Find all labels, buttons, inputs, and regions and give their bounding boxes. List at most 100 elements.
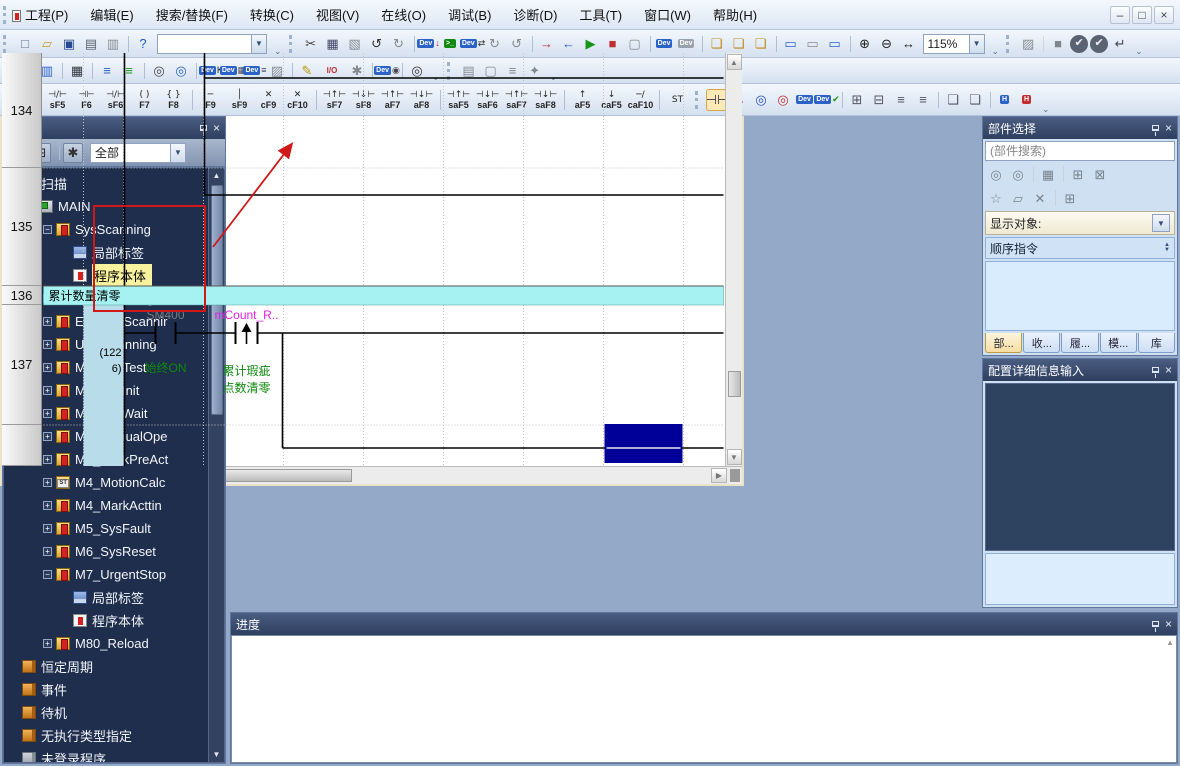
close-icon[interactable]: × (1165, 618, 1172, 630)
align-list-button[interactable]: ≡ (891, 90, 911, 110)
monitor-window-button[interactable]: ▭ (781, 34, 801, 54)
paste-button[interactable]: ▧ (345, 34, 365, 54)
expander-icon[interactable]: + (43, 639, 52, 648)
delete-button[interactable]: ✕ (1030, 188, 1050, 208)
scroll-down-icon[interactable]: ▼ (210, 747, 224, 762)
chevron-down-icon[interactable]: ▼ (251, 35, 266, 53)
parts-list-area[interactable] (985, 261, 1175, 331)
close-icon[interactable]: × (1165, 364, 1172, 376)
module-add-button[interactable]: ⊞ (1060, 188, 1080, 208)
parts-search-input[interactable] (985, 141, 1175, 161)
row-header-next[interactable] (2, 425, 41, 466)
config-content-area[interactable] (985, 383, 1175, 551)
contact-mcount-rising[interactable]: mCount_R.. 累计瑕疵 点数清零 (214, 308, 278, 395)
delete-row-button[interactable]: ⊟ (869, 90, 889, 110)
convert-check-2-button[interactable]: ✔ (1090, 35, 1108, 53)
editor-vertical-scrollbar[interactable]: ▲ ▼ (725, 53, 742, 466)
zoom-out-button[interactable]: ⊖ (877, 34, 897, 54)
spinner-icon[interactable]: ▲▼ (1164, 243, 1170, 253)
parts-list-button[interactable]: ▦ (1038, 164, 1058, 184)
menu-item-3[interactable]: 转换(C) (239, 1, 305, 28)
insert-row-button[interactable]: ⊞ (847, 90, 867, 110)
zoom-combo[interactable]: 115% ▼ (923, 34, 985, 54)
device-find-green-button[interactable]: Dev ✔ (817, 90, 837, 110)
row-header-134[interactable]: 134 (2, 53, 41, 168)
device-display-button[interactable]: ▢ (625, 34, 645, 54)
zoom-in-button[interactable]: ⊕ (855, 34, 875, 54)
tree-item-m80-reload[interactable]: + M80_Reload (4, 632, 208, 655)
device-find-blue-button[interactable]: Dev (795, 90, 815, 110)
parts-clear-button[interactable]: ⊠ (1090, 164, 1110, 184)
program-h2-button[interactable]: H (1017, 90, 1037, 110)
pin-icon[interactable] (1152, 367, 1159, 373)
device-sync-2-button[interactable]: ↺ (507, 34, 527, 54)
menu-item-5[interactable]: 在线(O) (370, 1, 437, 28)
comment-prev-button[interactable]: ❏ (707, 34, 727, 54)
menu-item-6[interactable]: 调试(B) (437, 1, 502, 28)
scroll-up-icon[interactable]: ▲ (1166, 638, 1174, 647)
ladder-find-button[interactable]: ◎ (751, 90, 771, 110)
clipboard-button[interactable]: ▨ (1018, 34, 1038, 54)
tree-item-unregistered-program[interactable]: 未登录程序 (4, 747, 208, 762)
tab-library[interactable]: 库 (1138, 333, 1175, 353)
expander-icon[interactable]: + (43, 524, 52, 533)
contact-sm400[interactable]: SM400 始终ON (144, 308, 186, 375)
pin-icon[interactable] (1152, 621, 1159, 627)
tree-item-fixed-cycle[interactable]: 恒定周期 (4, 655, 208, 678)
note-edit-button[interactable]: ❏ (965, 90, 985, 110)
comment-edit-button[interactable]: ❏ (943, 90, 963, 110)
menu-item-1[interactable]: 编辑(E) (79, 1, 144, 28)
instruction-category-row[interactable]: 顺序指令 ▲▼ (985, 237, 1175, 259)
config-input-area[interactable] (985, 553, 1175, 605)
program-h1-button[interactable]: H (995, 90, 1015, 110)
menu-item-4[interactable]: 视图(V) (305, 1, 370, 28)
comment-next-button[interactable]: ❏ (751, 34, 771, 54)
menu-item-9[interactable]: 窗口(W) (633, 1, 702, 28)
scrollbar-thumb[interactable] (728, 371, 741, 397)
menu-item-10[interactable]: 帮助(H) (702, 1, 768, 28)
close-button[interactable]: × (1154, 6, 1174, 24)
selection-cursor[interactable] (605, 424, 683, 463)
tab-favorites[interactable]: 收... (1023, 333, 1060, 353)
tab-history[interactable]: 履... (1061, 333, 1098, 353)
tree-item-m7-urgentstop[interactable]: − M7_UrgentStop (4, 563, 208, 586)
convert-check-1-button[interactable]: ✔ (1070, 35, 1088, 53)
cut-button[interactable]: ✂ (301, 34, 321, 54)
close-icon[interactable]: × (1165, 122, 1172, 134)
expander-icon[interactable]: + (43, 478, 52, 487)
tree-item-m7-program-body[interactable]: 程序本体 (4, 609, 208, 632)
statement-list-button[interactable]: ≡ (913, 90, 933, 110)
row-header-136[interactable]: 136 (2, 286, 41, 305)
open-project-button[interactable]: ▱ (37, 34, 57, 54)
stop-button[interactable]: ■ (1048, 34, 1068, 54)
monitor-dev-on-button[interactable]: Dev (655, 34, 675, 54)
return-button[interactable]: ↵ (1110, 34, 1130, 54)
row-header-137[interactable]: 137 (2, 305, 41, 425)
tree-item-event[interactable]: 事件 (4, 678, 208, 701)
ladder-write-button[interactable]: → (537, 34, 557, 54)
tree-item-m4-motioncalc[interactable]: + M4_MotionCalc (4, 471, 208, 494)
expander-icon[interactable]: − (43, 570, 52, 579)
chevron-down-icon[interactable]: ▼ (1152, 214, 1170, 232)
new-folder-button[interactable]: ▱ (1008, 188, 1028, 208)
ladder-read-button[interactable]: ← (559, 34, 579, 54)
menu-item-0[interactable]: 工程(P) (14, 1, 79, 28)
redo-button[interactable]: ↻ (389, 34, 409, 54)
watch-start-button[interactable]: ▶ (581, 34, 601, 54)
monitor-window-2-button[interactable]: ▭ (803, 34, 823, 54)
tree-item-m5-sysfault[interactable]: + M5_SysFault (4, 517, 208, 540)
monitor-edit-button[interactable]: ▭ (825, 34, 845, 54)
print-button[interactable]: ▤ (81, 34, 101, 54)
tree-item-m7-local-label[interactable]: 局部标签 (4, 586, 208, 609)
device-sync-1-button[interactable]: ↻ (485, 34, 505, 54)
print-preview-button[interactable]: ▥ (103, 34, 123, 54)
tree-item-no-execution-type[interactable]: 无执行类型指定 (4, 724, 208, 747)
tab-parts[interactable]: 部... (985, 333, 1022, 353)
monitor-dev-off-button[interactable]: Dev (677, 34, 697, 54)
parts-find-next-button[interactable]: ◎ (1008, 164, 1028, 184)
toolbar-overflow-icon[interactable]: ⌄ (988, 46, 1004, 57)
row-header-135[interactable]: 135 (2, 168, 41, 286)
help-button[interactable]: ? (133, 34, 153, 54)
tree-item-standby[interactable]: 待机 (4, 701, 208, 724)
new-project-button[interactable]: □ (15, 34, 35, 54)
